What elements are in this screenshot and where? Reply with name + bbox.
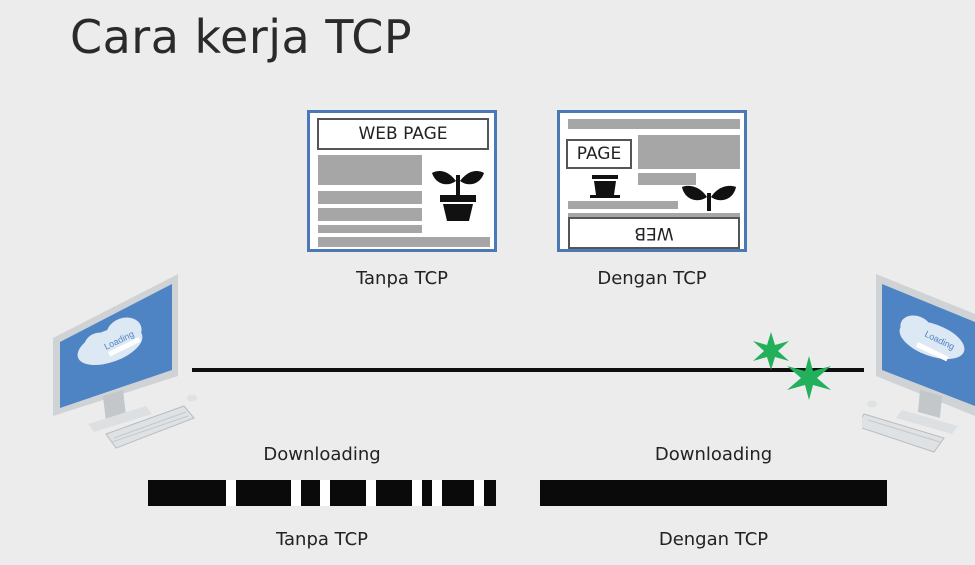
download-label-without: Downloading xyxy=(263,444,381,465)
caption-without-tcp: Tanpa TCP xyxy=(356,268,448,289)
download-caption-without: Tanpa TCP xyxy=(276,529,368,550)
plant-pot-icon xyxy=(682,185,736,211)
slide-title: Cara kerja TCP xyxy=(70,10,413,64)
bar-gap xyxy=(320,480,330,506)
bar-gap xyxy=(291,480,301,506)
plant-pot-icon xyxy=(590,175,620,198)
page-piece: PAGE xyxy=(566,139,632,169)
placeholder-line xyxy=(318,237,490,247)
monitor-icon: Loading xyxy=(862,274,975,453)
download-caption-with: Dengan TCP xyxy=(658,529,769,550)
bar-gap xyxy=(412,480,422,506)
caption-with-tcp: Dengan TCP xyxy=(597,268,707,289)
page-without-tcp: WEB PAGE xyxy=(307,110,497,252)
web-page-header: WEB PAGE xyxy=(317,118,489,150)
placeholder-line xyxy=(318,191,422,204)
bar-gap xyxy=(474,480,484,506)
download-bar-without-tcp xyxy=(148,480,496,506)
placeholder-block xyxy=(318,155,422,185)
monitor-icon: Loading xyxy=(53,274,197,449)
placeholder-line xyxy=(318,208,422,221)
bar-gap xyxy=(432,480,442,506)
download-label-with: Downloading xyxy=(654,444,773,465)
page-with-tcp: PAGE WEB xyxy=(557,110,747,252)
download-bar-with-tcp xyxy=(540,480,887,506)
plant-pot-icon xyxy=(432,171,484,221)
placeholder-line xyxy=(568,119,740,129)
placeholder-block xyxy=(638,135,740,169)
web-piece-flipped: WEB xyxy=(568,217,740,249)
placeholder-line xyxy=(318,225,422,233)
burst-icon xyxy=(787,356,831,400)
bar-gap xyxy=(366,480,376,506)
bar-gap xyxy=(226,480,236,506)
burst-icon xyxy=(753,332,789,370)
placeholder-line xyxy=(568,201,678,209)
